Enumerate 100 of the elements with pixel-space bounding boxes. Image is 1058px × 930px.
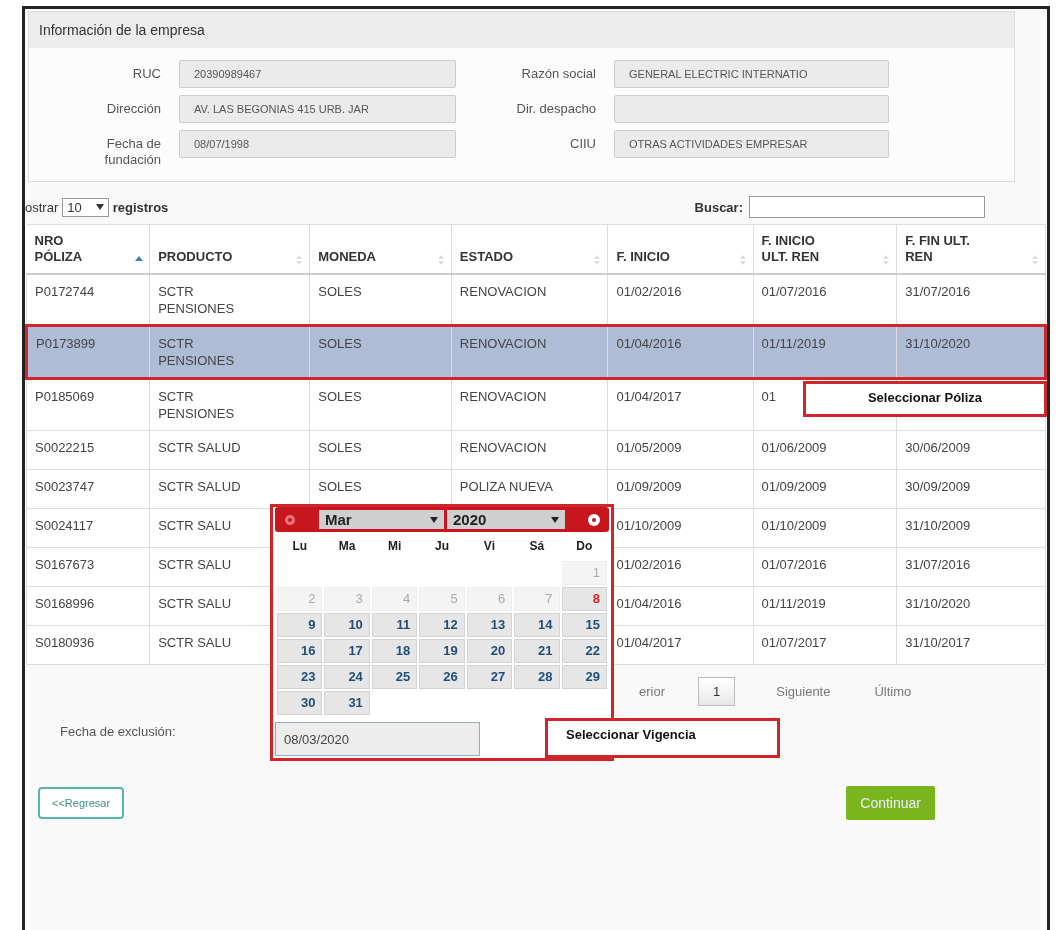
calendar-day[interactable]: 16: [277, 639, 323, 664]
calendar-day[interactable]: 14: [514, 613, 560, 638]
sort-icon[interactable]: [738, 253, 747, 266]
table-cell-text: SCTR PENSIONES: [158, 389, 236, 424]
table-cell-text: SCTR SALU: [158, 635, 233, 652]
table-cell-text: RENOVACION: [459, 283, 548, 301]
table-row[interactable]: P0173899 SCTR PENSIONES SOLES RENOVACION 01/04/2016 01/11/2019 31/10/2020: [26, 325, 1046, 379]
calendar-day[interactable]: 12: [419, 613, 465, 638]
sort-icon[interactable]: [882, 253, 891, 266]
calendar-day[interactable]: 18: [371, 639, 418, 664]
previous-month-icon[interactable]: [283, 512, 297, 527]
column-header[interactable]: F. FIN ULT. REN: [896, 224, 1046, 274]
table-cell-text: 01/02/2016: [616, 557, 683, 574]
table-cell-text: P0185069: [35, 389, 96, 407]
year-select[interactable]: 2020: [447, 510, 565, 530]
table-cell-text: RENOVACION: [459, 336, 548, 354]
field-label: Dir. despacho: [516, 100, 596, 117]
table-cell-text: 01/07/2016: [761, 283, 828, 301]
column-header[interactable]: F. INICIO ULT. REN: [753, 224, 897, 274]
table-cell-text: P0173899: [36, 336, 97, 354]
field-label: Dirección: [106, 100, 161, 117]
table-cell-text: 01/04/2017: [616, 389, 683, 407]
calendar-day[interactable]: 17: [324, 639, 370, 664]
sort-icon[interactable]: [593, 253, 602, 266]
date-field[interactable]: 08/03/2020: [275, 722, 480, 757]
text-field[interactable]: AV. LAS BEGONIAS 415 URB. JAR: [179, 95, 456, 123]
text-field[interactable]: GENERAL ELECTRIC INTERNATIO: [614, 60, 889, 88]
month-select[interactable]: Mar: [319, 510, 444, 530]
table-cell-text: SCTR PENSIONES: [158, 283, 236, 318]
pagination-link[interactable]: 1: [698, 677, 736, 707]
table-cell-text: S0180936: [35, 635, 96, 652]
column-header[interactable]: PRODUCTO: [149, 224, 310, 274]
sort-icon[interactable]: [295, 253, 304, 266]
table-cell-text: 01/11/2019: [761, 596, 827, 613]
calendar-day: 1: [561, 561, 607, 586]
calendar-day[interactable]: 25: [371, 665, 418, 690]
calendar-day: 2: [277, 587, 323, 612]
caret-icon: [551, 516, 559, 523]
table-cell-text: SCTR SALU: [158, 596, 233, 613]
calendar-day[interactable]: 30: [277, 691, 323, 716]
calendar-day[interactable]: 23: [277, 665, 323, 690]
table-cell-text: 31/10/2020: [905, 596, 972, 613]
caret-icon: [95, 204, 104, 211]
calendar-day[interactable]: 13: [466, 613, 513, 638]
callout-label: Seleccionar Vigencia: [545, 718, 780, 759]
table-cell-text: SOLES: [318, 440, 363, 457]
calendar-day: 7: [514, 587, 560, 612]
calendar-day[interactable]: 15: [561, 613, 607, 638]
column-header[interactable]: MONEDA: [309, 224, 452, 274]
pagination-link[interactable]: erior: [628, 677, 676, 707]
sort-icon[interactable]: [1031, 253, 1039, 266]
table-cell-text: 01/07/2016: [761, 557, 828, 574]
calendar-day[interactable]: 22: [561, 639, 607, 664]
table-row[interactable]: S0022215 SCTR SALUD SOLES RENOVACION 01/05/2009 01/06/2009 30/06/2009: [26, 430, 1046, 470]
table-cell-text: SOLES: [318, 479, 363, 496]
calendar-day[interactable]: 31: [324, 691, 370, 716]
table-cell-text: S0022215: [35, 440, 96, 457]
back-button[interactable]: <<Regresar: [38, 787, 125, 820]
column-header[interactable]: ESTADO: [451, 224, 608, 274]
column-header[interactable]: F. INICIO: [608, 224, 753, 274]
table-cell-text: S0023747: [35, 479, 96, 496]
table-cell-text: P0172744: [35, 283, 96, 301]
search-field[interactable]: [749, 196, 985, 219]
text-field[interactable]: 20390989467: [179, 60, 456, 88]
calendar-day[interactable]: 29: [561, 665, 607, 690]
text-field[interactable]: 08/07/1998: [179, 130, 456, 158]
calendar-day[interactable]: 11: [371, 613, 418, 638]
table-cell-text: 01/07/2017: [761, 635, 828, 652]
table-cell-text: 01/10/2009: [616, 518, 683, 535]
caret-icon: [430, 516, 438, 523]
calendar-day[interactable]: 28: [514, 665, 560, 690]
calendar-day[interactable]: 20: [466, 639, 513, 664]
column-header[interactable]: NRO PÓLIZA: [26, 224, 150, 274]
calendar-day[interactable]: 21: [514, 639, 560, 664]
table-cell-text: SCTR SALUD: [158, 440, 242, 457]
calendar-day[interactable]: 8: [561, 587, 607, 612]
text-field[interactable]: OTRAS ACTIVIDADES EMPRESAR: [614, 130, 889, 158]
calendar-day[interactable]: 9: [277, 613, 323, 638]
callout-label: Seleccionar Póliza: [803, 380, 1047, 417]
next-month-icon[interactable]: [587, 512, 601, 527]
table-cell-text: SOLES: [318, 283, 363, 301]
calendar-day[interactable]: 10: [324, 613, 370, 638]
calendar-day[interactable]: 26: [419, 665, 465, 690]
field-label: Razón social: [521, 65, 596, 82]
label: ostrar: [25, 199, 59, 215]
label: registros: [112, 199, 169, 215]
calendar-day[interactable]: 27: [466, 665, 513, 690]
table-cell-text: 01/10/2009: [761, 518, 828, 535]
pagination-link[interactable]: Siguiente: [765, 677, 842, 707]
table-cell-text: 31/07/2016: [905, 557, 972, 574]
table-cell-text: POLIZA NUEVA: [459, 479, 554, 496]
table-cell-text: SCTR SALUD: [158, 479, 242, 496]
table-cell-text: RENOVACION: [459, 440, 548, 457]
calendar-day[interactable]: 24: [324, 665, 370, 690]
text-field[interactable]: [614, 95, 889, 123]
pagination-link[interactable]: Último: [863, 677, 923, 707]
sort-icon[interactable]: [436, 253, 445, 266]
calendar-day[interactable]: 19: [419, 639, 465, 664]
calendar-day: 3: [324, 587, 370, 612]
page-size-select[interactable]: 10: [62, 197, 109, 217]
